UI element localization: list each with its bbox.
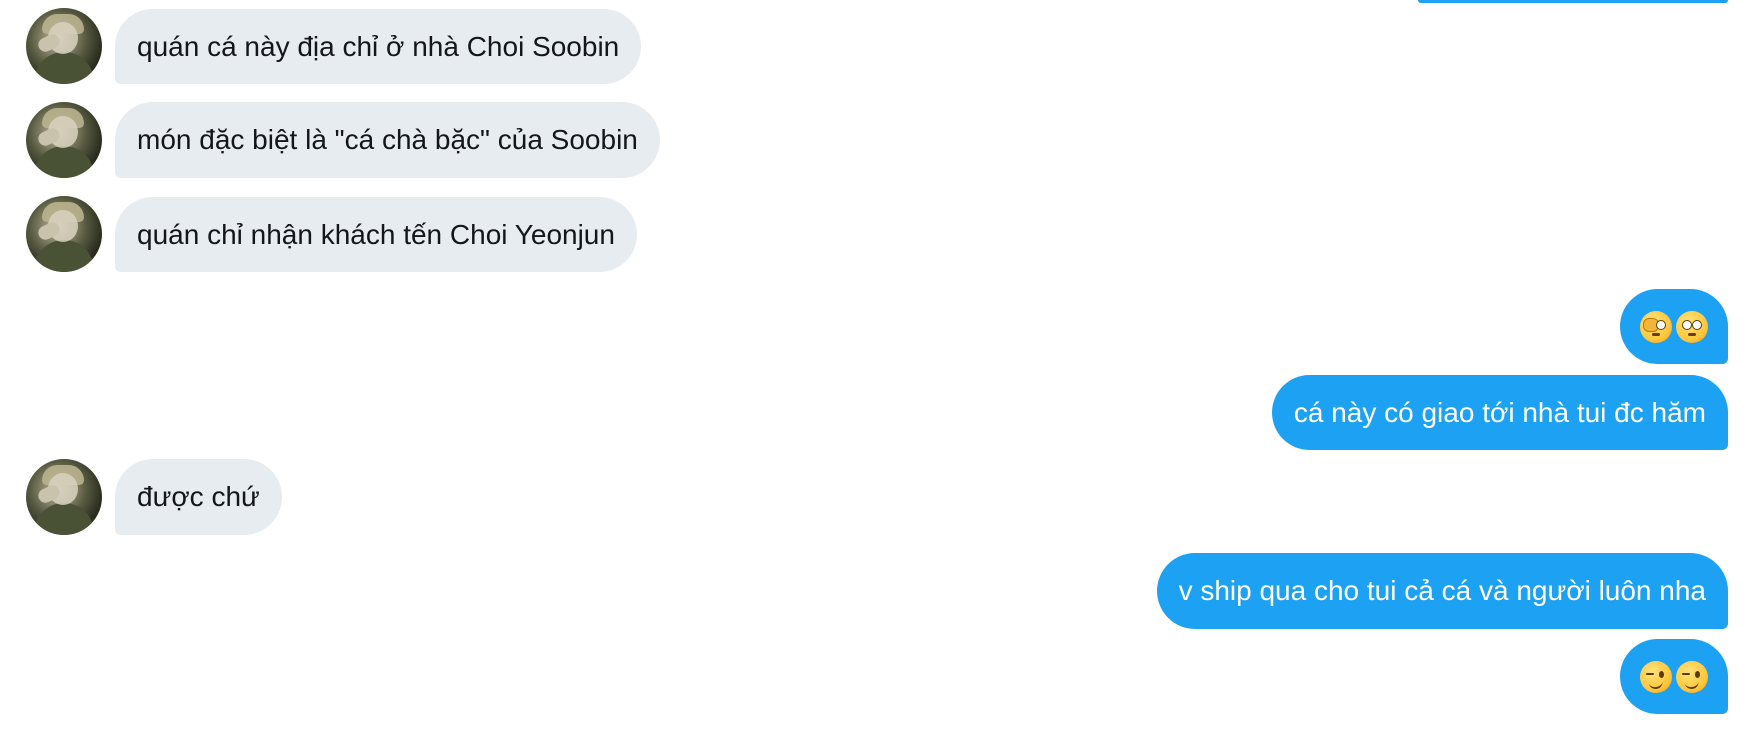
- contact-avatar[interactable]: [26, 102, 102, 178]
- see-no-evil-monkey-emoji: [1640, 310, 1672, 343]
- contact-avatar[interactable]: [26, 459, 102, 535]
- previous-message-bubble-edge: [1418, 0, 1728, 3]
- received-message-bubble[interactable]: quán cá này địa chỉ ở nhà Choi Soobin: [115, 9, 642, 84]
- winking-face-emoji: [1676, 660, 1708, 693]
- sent-message-bubble[interactable]: v ship qua cho tui cả cá và người luôn n…: [1156, 553, 1728, 629]
- contact-avatar[interactable]: [26, 196, 102, 272]
- sent-emoji-bubble[interactable]: [1620, 289, 1728, 364]
- received-message-bubble[interactable]: quán chỉ nhận khách tến Choi Yeonjun: [115, 197, 637, 272]
- winking-face-emoji: [1640, 660, 1672, 693]
- sent-emoji-bubble[interactable]: [1620, 639, 1728, 714]
- flushed-face-emoji: [1676, 310, 1708, 343]
- contact-avatar[interactable]: [26, 8, 102, 84]
- message-text: v ship qua cho tui cả cá và người luôn n…: [1178, 575, 1706, 606]
- message-text: món đặc biệt là "cá chà bặc" của Soobin: [137, 124, 638, 155]
- message-text: quán chỉ nhận khách tến Choi Yeonjun: [137, 218, 615, 250]
- message-text: quán cá này địa chỉ ở nhà Choi Soobin: [137, 30, 620, 62]
- sent-message-bubble[interactable]: cá này có giao tới nhà tui đc hăm: [1271, 375, 1728, 450]
- message-text: được chứ: [137, 481, 260, 512]
- received-message-bubble[interactable]: được chứ: [115, 459, 282, 535]
- message-text: cá này có giao tới nhà tui đc hăm: [1293, 396, 1706, 428]
- avatar-figure: [34, 52, 94, 84]
- received-message-bubble[interactable]: món đặc biệt là "cá chà bặc" của Soobin: [115, 102, 660, 178]
